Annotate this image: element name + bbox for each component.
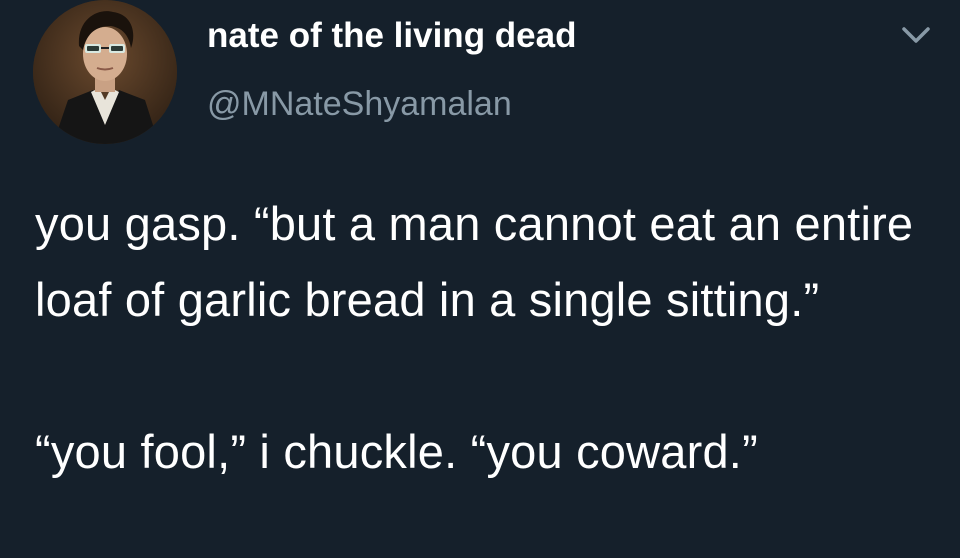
tweet-menu-button[interactable] bbox=[896, 20, 936, 50]
portrait-avatar bbox=[33, 0, 177, 144]
author-avatar[interactable] bbox=[33, 0, 177, 144]
author-display-name[interactable]: nate of the living dead bbox=[207, 14, 576, 58]
tweet-card: nate of the living dead @MNateShyamalan … bbox=[0, 0, 960, 558]
author-handle[interactable]: @MNateShyamalan bbox=[207, 82, 512, 126]
chevron-down-icon bbox=[902, 27, 930, 43]
tweet-text: you gasp. “but a man cannot eat an entir… bbox=[35, 186, 945, 490]
tweet-paragraph: “you fool,” i chuckle. “you coward.” bbox=[35, 425, 758, 478]
tweet-paragraph: you gasp. “but a man cannot eat an entir… bbox=[35, 197, 914, 326]
